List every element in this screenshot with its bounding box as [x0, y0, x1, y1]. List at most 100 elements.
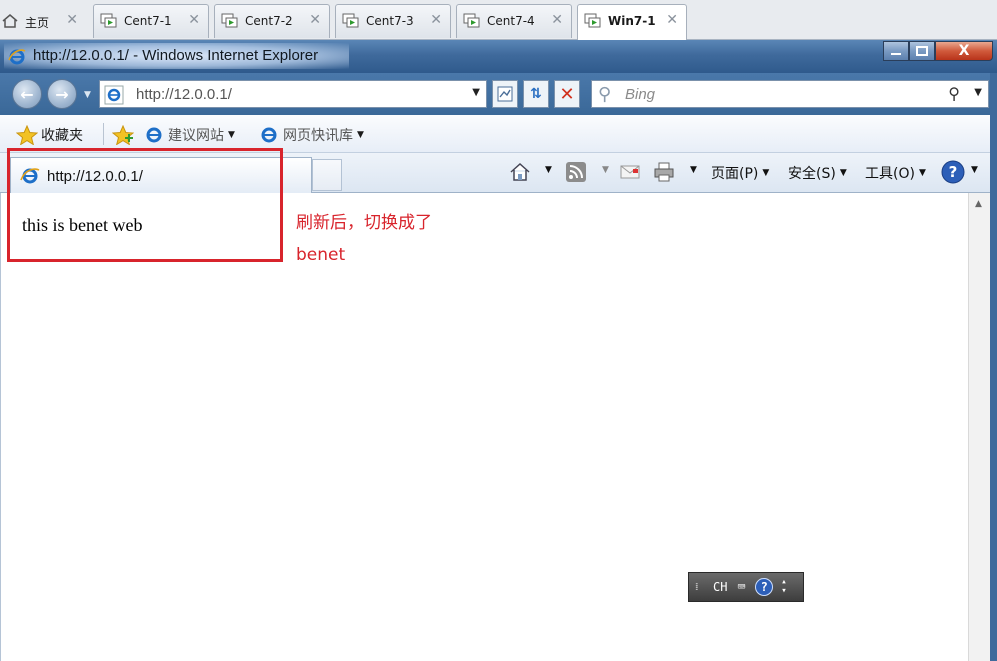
vm-tab-label: Cent7-3	[366, 14, 414, 28]
maximize-icon	[916, 46, 928, 56]
tools-menu[interactable]: 工具(O) ▼	[865, 163, 926, 183]
vm-tab-cent7-2[interactable]: Cent7-2 ✕	[214, 4, 330, 38]
home-icon[interactable]	[509, 161, 531, 183]
vm-icon	[221, 13, 238, 28]
close-icon: X	[958, 43, 970, 59]
chevron-down-icon: ▼	[918, 168, 926, 178]
page-content: this is benet web	[0, 193, 968, 661]
vm-tab-strip: 主页 ✕ Cent7-1 ✕ Cent7-2 ✕ Cent7-3 ✕ Cent7…	[0, 0, 997, 40]
vm-tab-label: Win7-1	[608, 14, 656, 28]
new-tab-button[interactable]	[312, 159, 342, 191]
minimize-icon	[891, 53, 901, 55]
back-arrow-icon: ←	[20, 84, 34, 104]
search-placeholder: Bing	[625, 86, 656, 103]
options-icon[interactable]: ▴ ▾	[781, 578, 786, 596]
ie-page-icon	[146, 127, 162, 143]
grip-icon[interactable]: ⁞⁞	[695, 582, 707, 593]
print-icon[interactable]	[653, 161, 675, 183]
chevron-down-icon: ▼	[357, 130, 364, 140]
web-slice-gallery-button[interactable]: 网页快讯库 ▼	[258, 125, 364, 145]
navigation-bar: ← → ▼ http://12.0.0.1/ ▼ ⇅ ✕ ⚲ Bing ⚲ ▼	[0, 73, 997, 115]
stop-button[interactable]: ✕	[554, 80, 580, 108]
favorites-label: 收藏夹	[41, 128, 83, 144]
close-icon[interactable]: ✕	[551, 12, 563, 28]
tools-menu-label: 工具(O)	[865, 166, 915, 182]
chevron-down-icon: ▼	[762, 168, 770, 178]
vm-icon	[463, 13, 480, 28]
search-options-dropdown-icon[interactable]: ▼	[974, 87, 982, 98]
annotation-note: 刷新后，切换成了benet	[296, 213, 432, 265]
language-bar[interactable]: ⁞⁞ CH ⌨ ? ▴ ▾	[688, 572, 804, 602]
vm-icon	[342, 13, 359, 28]
add-favorite-star-icon	[112, 125, 134, 145]
vm-tab-label: 主页	[25, 16, 50, 30]
vm-tab-label: Cent7-4	[487, 14, 535, 28]
compatibility-view-icon	[497, 86, 513, 102]
search-box[interactable]: ⚲ Bing ⚲ ▼	[591, 80, 989, 108]
history-dropdown-icon[interactable]: ▼	[84, 90, 91, 100]
help-icon[interactable]: ?	[755, 578, 774, 596]
vm-icon	[100, 13, 117, 28]
suggested-sites-label: 建议网站	[168, 128, 224, 144]
rss-feed-icon[interactable]	[565, 161, 587, 183]
vm-tab-cent7-1[interactable]: Cent7-1 ✕	[93, 4, 209, 38]
ie-page-icon	[104, 85, 124, 105]
refresh-button[interactable]: ⇅	[523, 80, 549, 108]
close-icon[interactable]: ✕	[666, 12, 678, 28]
close-icon[interactable]: ✕	[188, 12, 200, 28]
vm-tab-cent7-3[interactable]: Cent7-3 ✕	[335, 4, 451, 38]
maximize-button[interactable]	[909, 41, 935, 61]
scroll-up-icon[interactable]: ▲	[975, 199, 982, 209]
add-to-favorites-bar-button[interactable]	[112, 125, 137, 145]
page-menu[interactable]: 页面(P) ▼	[711, 163, 769, 183]
address-bar[interactable]: http://12.0.0.1/ ▼	[99, 80, 487, 108]
vm-tab-win7-1[interactable]: Win7-1 ✕	[577, 4, 687, 40]
forward-arrow-icon: →	[55, 84, 69, 104]
search-provider-icon: ⚲	[598, 84, 612, 105]
print-dropdown-icon[interactable]: ▼	[686, 165, 697, 175]
mail-icon[interactable]	[619, 161, 641, 183]
web-slice-gallery-label: 网页快讯库	[283, 128, 353, 144]
address-text: http://12.0.0.1/	[136, 86, 232, 103]
annotation-highlight-box	[7, 148, 283, 262]
vm-tab-label: Cent7-1	[124, 14, 172, 28]
home-icon	[2, 14, 18, 28]
language-indicator[interactable]: CH	[713, 580, 727, 594]
window-controls: X	[883, 41, 993, 63]
window-title: http://12.0.0.1/ - Windows Internet Expl…	[33, 47, 319, 64]
close-button[interactable]: X	[935, 41, 993, 61]
close-icon[interactable]: ✕	[430, 12, 442, 28]
safety-menu[interactable]: 安全(S) ▼	[788, 163, 847, 183]
close-icon[interactable]: ✕	[309, 12, 321, 28]
vm-tab-home[interactable]: 主页 ✕	[0, 4, 87, 38]
stop-icon: ✕	[559, 83, 575, 105]
suggested-sites-button[interactable]: 建议网站 ▼	[143, 125, 235, 145]
chevron-down-icon: ▼	[228, 130, 235, 140]
svg-text:?: ?	[949, 163, 958, 181]
vertical-scrollbar[interactable]: ▲	[968, 193, 990, 661]
feeds-dropdown-icon[interactable]: ▼	[598, 165, 609, 175]
back-button[interactable]: ←	[12, 79, 42, 109]
chevron-down-icon: ▼	[839, 168, 847, 178]
ie-page-icon	[261, 127, 277, 143]
favorites-button[interactable]: 收藏夹	[16, 125, 83, 145]
title-bar[interactable]: http://12.0.0.1/ - Windows Internet Expl…	[0, 40, 997, 73]
compatibility-view-button[interactable]	[492, 80, 518, 108]
safety-menu-label: 安全(S)	[788, 166, 836, 182]
help-icon[interactable]: ?	[941, 160, 965, 184]
star-icon	[16, 125, 38, 145]
refresh-icon: ⇅	[530, 86, 542, 102]
search-icon[interactable]: ⚲	[948, 84, 960, 103]
home-dropdown-icon[interactable]: ▼	[541, 165, 552, 175]
close-icon[interactable]: ✕	[66, 12, 78, 28]
vm-tab-label: Cent7-2	[245, 14, 293, 28]
keyboard-icon[interactable]: ⌨	[737, 580, 745, 595]
help-dropdown-icon[interactable]: ▼	[967, 165, 978, 175]
page-menu-label: 页面(P)	[711, 166, 759, 182]
vm-icon	[584, 13, 601, 28]
minimize-button[interactable]	[883, 41, 909, 61]
vm-tab-cent7-4[interactable]: Cent7-4 ✕	[456, 4, 572, 38]
forward-button[interactable]: →	[47, 79, 77, 109]
address-dropdown-icon[interactable]: ▼	[472, 87, 480, 98]
ie-window: http://12.0.0.1/ - Windows Internet Expl…	[0, 40, 997, 661]
